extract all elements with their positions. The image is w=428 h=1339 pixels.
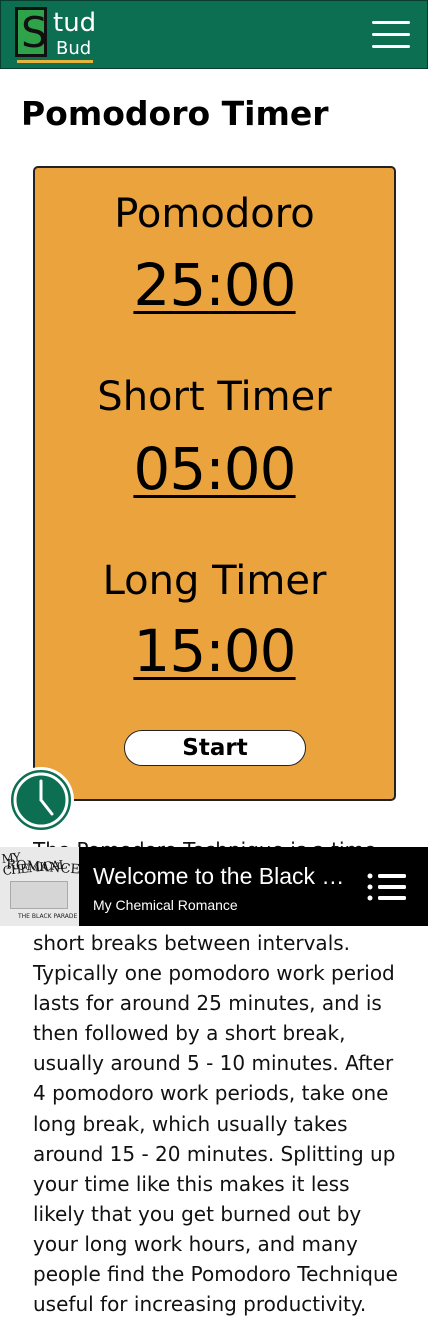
logo-tud-text: tud [53,8,97,38]
album-art-figure [10,881,68,909]
navbar: S tud Bud [0,0,428,69]
album-art: MY CHEMICAL ROMANCE THE BLACK PARADE [0,847,79,926]
long-timer-time[interactable]: 15:00 [35,618,394,684]
track-title[interactable]: Welcome to the Black Parade [93,861,348,891]
track-artist: My Chemical Romance [93,897,238,913]
music-player[interactable]: MY CHEMICAL ROMANCE THE BLACK PARADE Wel… [0,847,428,926]
pomodoro-label: Pomodoro [114,191,315,237]
queue-icon[interactable] [366,872,408,902]
short-timer-time[interactable]: 05:00 [35,436,394,502]
short-timer-label: Short Timer [97,374,332,420]
page-title: Pomodoro Timer [21,94,329,133]
description-text: short breaks between intervals. Typicall… [33,931,398,1317]
app-logo[interactable]: S tud Bud [15,7,97,65]
start-button[interactable]: Start [124,730,306,766]
clock-icon[interactable] [8,767,74,833]
logo-underline [17,60,93,63]
long-timer-label: Long Timer [102,558,327,604]
timer-panel: Pomodoro 25:00 Short Timer 05:00 Long Ti… [33,166,396,801]
logo-s-box: S [15,7,48,57]
logo-s-letter: S [21,8,48,57]
album-art-text-3: THE BLACK PARADE [18,913,78,920]
logo-bud-text: Bud [56,38,92,59]
hamburger-icon[interactable] [372,21,410,49]
pomodoro-time[interactable]: 25:00 [35,252,394,318]
